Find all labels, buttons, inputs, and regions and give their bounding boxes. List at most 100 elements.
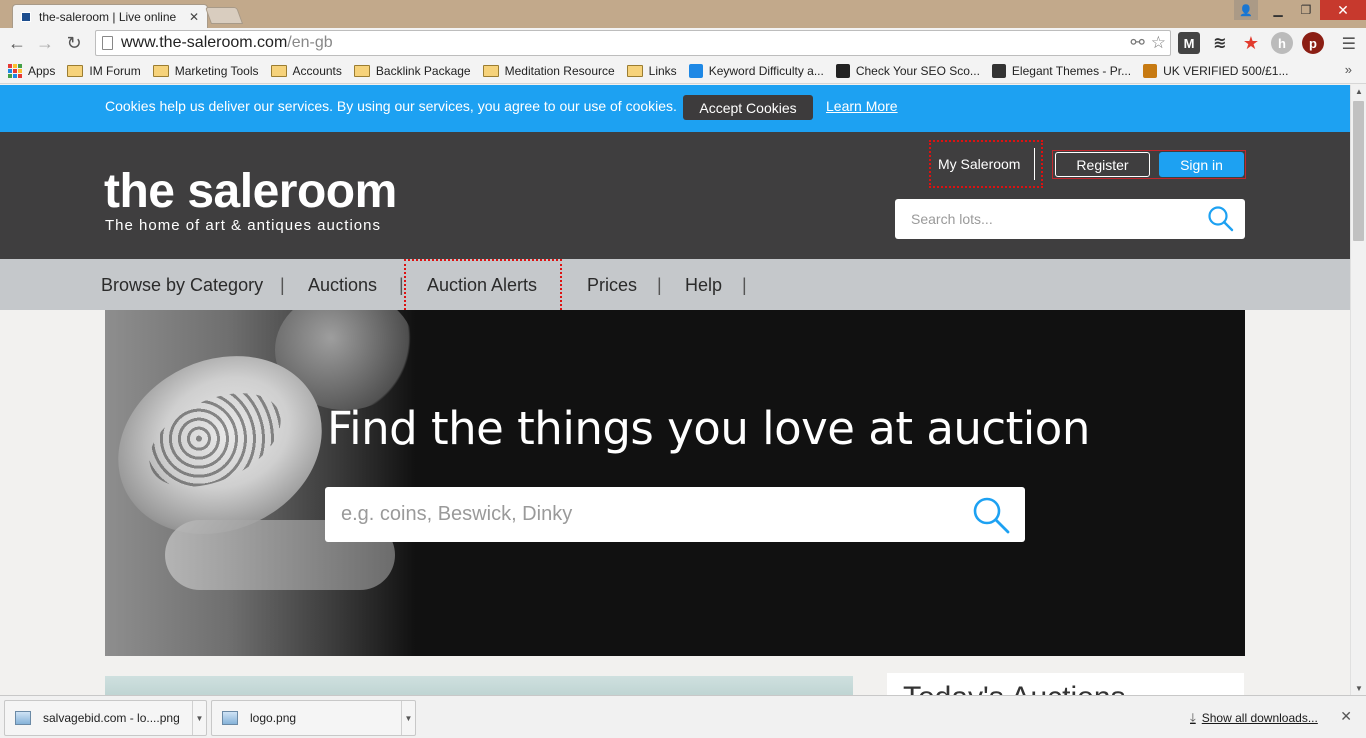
scroll-thumb[interactable] bbox=[1353, 101, 1364, 241]
hero-search-box bbox=[325, 487, 1025, 542]
todays-auctions-title: Today's Auctions bbox=[903, 681, 1126, 695]
extension-icons: M ≋ ★ h p bbox=[1178, 32, 1324, 54]
download-filename: salvagebid.com - lo....png bbox=[43, 711, 180, 725]
bookmark-folder[interactable]: IM Forum bbox=[67, 64, 141, 78]
folder-icon bbox=[152, 64, 169, 77]
reload-icon[interactable]: ↻ bbox=[63, 32, 85, 54]
url-path: /en-gb bbox=[287, 34, 333, 51]
sign-in-button[interactable]: Sign in bbox=[1159, 152, 1244, 177]
extension-star-icon[interactable]: ★ bbox=[1240, 32, 1262, 54]
my-saleroom-link[interactable]: My Saleroom bbox=[929, 140, 1043, 188]
bookmark-label: Backlink Package bbox=[375, 63, 471, 78]
tab-title: the-saleroom | Live online bbox=[39, 9, 177, 24]
bookmark-site[interactable]: Keyword Difficulty a... bbox=[688, 63, 824, 78]
browser-menu-icon[interactable]: ☰ bbox=[1342, 34, 1356, 54]
bookmark-folder[interactable]: Marketing Tools bbox=[152, 63, 259, 78]
download-item[interactable]: logo.png ▼ bbox=[211, 700, 416, 736]
search-icon[interactable] bbox=[971, 495, 1011, 540]
scroll-down-icon[interactable]: ▼ bbox=[1355, 684, 1363, 693]
forward-arrow-icon[interactable]: → bbox=[34, 32, 56, 54]
bookmark-label: Marketing Tools bbox=[174, 63, 259, 78]
nav-separator: | bbox=[280, 275, 285, 295]
window-controls: 👤 ▁ ❐ ✕ bbox=[1234, 0, 1366, 20]
back-arrow-icon[interactable]: ← bbox=[6, 32, 28, 54]
bookmark-label: Check Your SEO Sco... bbox=[855, 63, 980, 78]
bookmark-folder[interactable]: Accounts bbox=[270, 63, 342, 78]
show-all-downloads-label: Show all downloads... bbox=[1201, 711, 1318, 725]
download-filename: logo.png bbox=[250, 711, 297, 725]
image-file-icon bbox=[15, 711, 31, 725]
bookmark-folder[interactable]: Meditation Resource bbox=[482, 63, 615, 78]
extension-layers-icon[interactable]: ≋ bbox=[1209, 32, 1231, 54]
download-shelf: salvagebid.com - lo....png ▼ logo.png ▼ … bbox=[0, 695, 1366, 738]
bookmark-site[interactable]: UK VERIFIED 500/£1... bbox=[1143, 63, 1289, 78]
minimize-icon[interactable]: ▁ bbox=[1264, 0, 1292, 20]
main-navigation: Browse by Category | Auctions | Auction … bbox=[0, 259, 1350, 310]
nav-auction-alerts[interactable]: Auction Alerts bbox=[427, 275, 537, 296]
site-favicon-icon bbox=[991, 63, 1006, 78]
bookmark-label: Accounts bbox=[292, 63, 342, 78]
close-window-icon[interactable]: ✕ bbox=[1320, 0, 1366, 20]
accept-cookies-button[interactable]: Accept Cookies bbox=[683, 95, 813, 120]
address-bar[interactable]: www.the-saleroom.com /en-gb ⚯ ☆ bbox=[95, 30, 1171, 56]
bookmark-folder[interactable]: Links bbox=[626, 64, 677, 78]
site-logo[interactable]: the saleroom bbox=[104, 168, 397, 216]
close-shelf-icon[interactable]: ✕ bbox=[1340, 708, 1352, 725]
download-options-icon[interactable]: ▼ bbox=[192, 701, 206, 735]
bookmark-label: Meditation Resource bbox=[504, 63, 615, 78]
register-button[interactable]: Register bbox=[1055, 152, 1150, 177]
restore-icon[interactable]: ❐ bbox=[1292, 0, 1320, 20]
cookie-message: Cookies help us deliver our services. By… bbox=[105, 98, 677, 114]
folder-icon bbox=[353, 64, 370, 77]
new-tab-button[interactable] bbox=[204, 7, 244, 24]
my-saleroom-label: My Saleroom bbox=[938, 156, 1021, 172]
bookmarks-overflow-icon[interactable]: » bbox=[1345, 62, 1352, 77]
folder-icon bbox=[270, 64, 287, 77]
bookmark-site[interactable]: Elegant Themes - Pr... bbox=[991, 63, 1132, 78]
extension-p-icon[interactable]: p bbox=[1302, 32, 1324, 54]
nav-separator: | bbox=[742, 275, 747, 295]
page-scrollbar[interactable]: ▲ ▼ bbox=[1350, 85, 1366, 695]
nav-browse-by-category[interactable]: Browse by Category bbox=[101, 275, 263, 296]
featured-image[interactable] bbox=[105, 676, 853, 695]
todays-auctions-panel: Today's Auctions bbox=[887, 673, 1244, 695]
bookmark-apps[interactable]: Apps bbox=[8, 63, 55, 78]
download-options-icon[interactable]: ▼ bbox=[401, 701, 415, 735]
page-icon bbox=[102, 36, 113, 50]
url-host: www.the-saleroom.com bbox=[121, 34, 288, 51]
bookmarks-bar: Apps IM Forum Marketing Tools Accounts Backl… bbox=[0, 58, 1366, 84]
header-search-box bbox=[895, 199, 1245, 239]
show-all-downloads-link[interactable]: ⤓ Show all downloads... bbox=[1190, 710, 1318, 726]
download-arrow-icon: ⤓ bbox=[1190, 710, 1196, 725]
bookmark-star-icon[interactable]: ☆ bbox=[1151, 33, 1166, 53]
site-favicon-icon bbox=[21, 11, 31, 22]
browser-titlebar: the-saleroom | Live online ✕ 👤 ▁ ❐ ✕ bbox=[0, 0, 1366, 28]
hero-search-input[interactable] bbox=[341, 503, 941, 526]
learn-more-link[interactable]: Learn More bbox=[826, 98, 898, 114]
bookmark-site[interactable]: Check Your SEO Sco... bbox=[835, 63, 980, 78]
browser-toolbar: ← → ↻ www.the-saleroom.com /en-gb ⚯ ☆ M … bbox=[0, 28, 1366, 58]
tab-close-icon[interactable]: ✕ bbox=[189, 10, 199, 24]
nav-separator: | bbox=[399, 275, 404, 295]
scroll-up-icon[interactable]: ▲ bbox=[1355, 87, 1363, 96]
cookie-banner: Cookies help us deliver our services. By… bbox=[0, 85, 1350, 132]
nav-prices[interactable]: Prices bbox=[587, 275, 637, 296]
header-divider bbox=[1034, 148, 1035, 180]
nav-auctions[interactable]: Auctions bbox=[308, 275, 377, 296]
search-icon[interactable] bbox=[1207, 205, 1235, 238]
bookmark-folder[interactable]: Backlink Package bbox=[353, 63, 471, 78]
download-item[interactable]: salvagebid.com - lo....png ▼ bbox=[4, 700, 207, 736]
extension-h-icon[interactable]: h bbox=[1271, 32, 1293, 54]
nav-help[interactable]: Help bbox=[685, 275, 722, 296]
browser-tab-active[interactable]: the-saleroom | Live online ✕ bbox=[12, 4, 208, 28]
bookmark-label: UK VERIFIED 500/£1... bbox=[1163, 63, 1289, 78]
image-file-icon bbox=[222, 711, 238, 725]
site-header: the saleroom The home of art & antiques … bbox=[0, 132, 1350, 259]
profile-icon[interactable]: 👤 bbox=[1234, 0, 1258, 20]
bookmark-label: Elegant Themes - Pr... bbox=[1011, 63, 1132, 78]
link-icon[interactable]: ⚯ bbox=[1131, 33, 1145, 53]
extension-m-icon[interactable]: M bbox=[1178, 32, 1200, 54]
site-favicon-icon bbox=[688, 63, 703, 78]
header-search-input[interactable] bbox=[911, 211, 1201, 227]
apps-grid-icon bbox=[8, 63, 22, 78]
